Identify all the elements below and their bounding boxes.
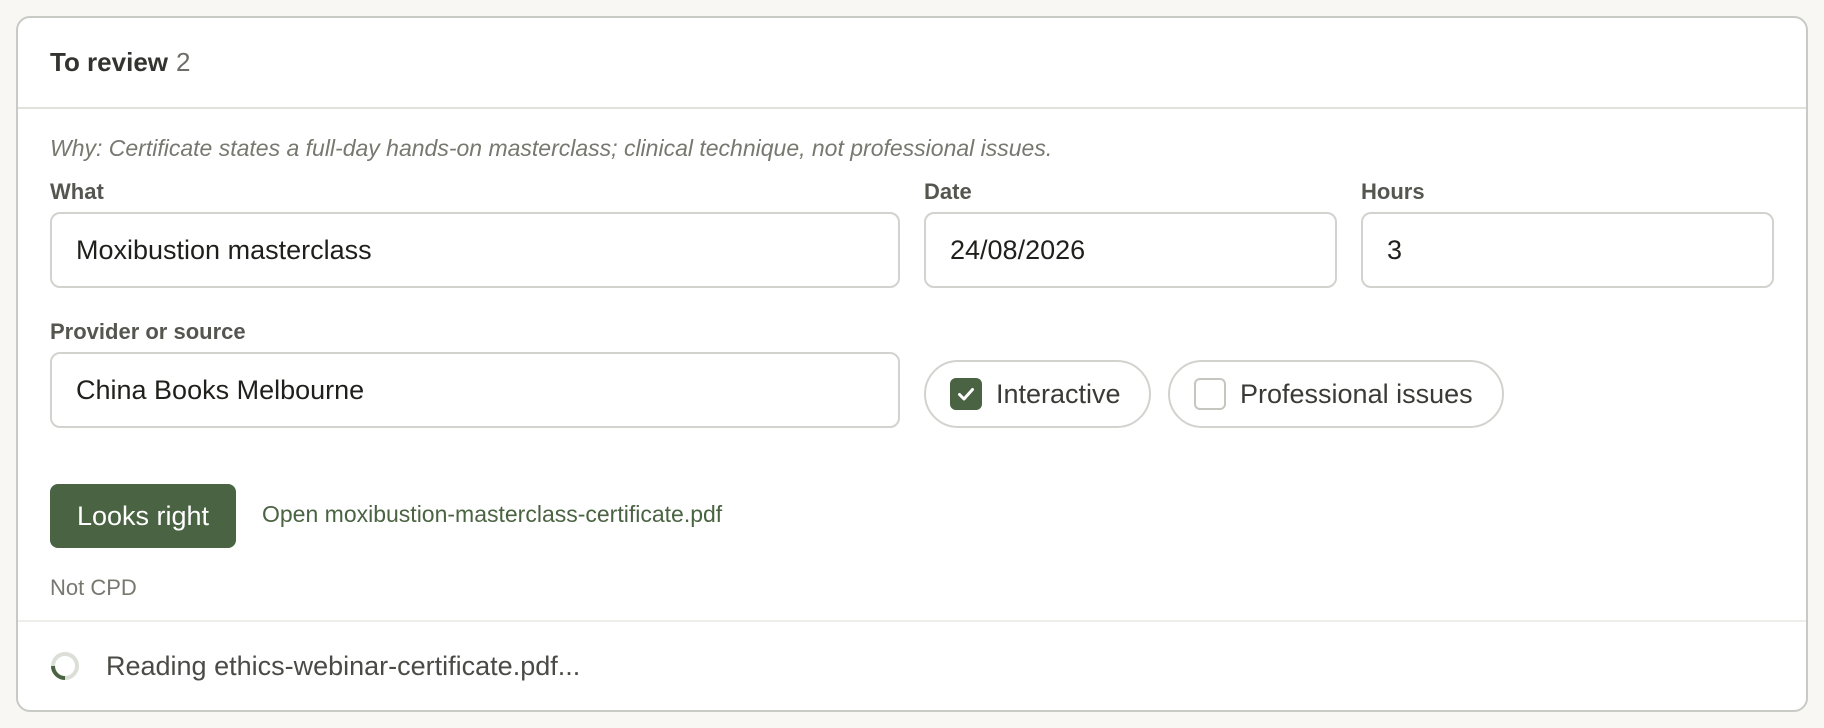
date-input[interactable] <box>924 212 1337 288</box>
loading-row: Reading ethics-webinar-certificate.pdf..… <box>18 620 1806 710</box>
checkbox-unchecked-icon <box>1194 378 1226 410</box>
provider-input[interactable] <box>50 352 900 428</box>
hours-label: Hours <box>1361 179 1425 204</box>
provider-label: Provider or source <box>50 319 246 344</box>
review-card: To review 2 Why: Certificate states a fu… <box>16 16 1808 712</box>
looks-right-button[interactable]: Looks right <box>50 484 236 548</box>
review-item: Why: Certificate states a full-day hands… <box>18 109 1806 639</box>
loading-text: Reading ethics-webinar-certificate.pdf..… <box>106 650 581 681</box>
status-note: Not CPD <box>50 575 137 600</box>
professional-issues-label: Professional issues <box>1240 378 1473 409</box>
loading-spinner-icon <box>51 652 79 680</box>
card-header: To review 2 <box>18 18 1806 109</box>
open-certificate-link[interactable]: Open moxibustion-masterclass-certificate… <box>262 501 722 528</box>
what-label: What <box>50 179 104 204</box>
checkbox-checked-icon <box>950 378 982 410</box>
review-count: 2 <box>176 47 191 77</box>
hours-input[interactable] <box>1361 212 1774 288</box>
what-input[interactable] <box>50 212 900 288</box>
section-title: To review <box>50 47 169 77</box>
why-note: Why: Certificate states a full-day hands… <box>50 135 1053 161</box>
date-label: Date <box>924 179 972 204</box>
interactive-label: Interactive <box>996 378 1121 409</box>
professional-issues-toggle[interactable]: Professional issues <box>1168 360 1504 428</box>
interactive-toggle[interactable]: Interactive <box>924 360 1151 428</box>
